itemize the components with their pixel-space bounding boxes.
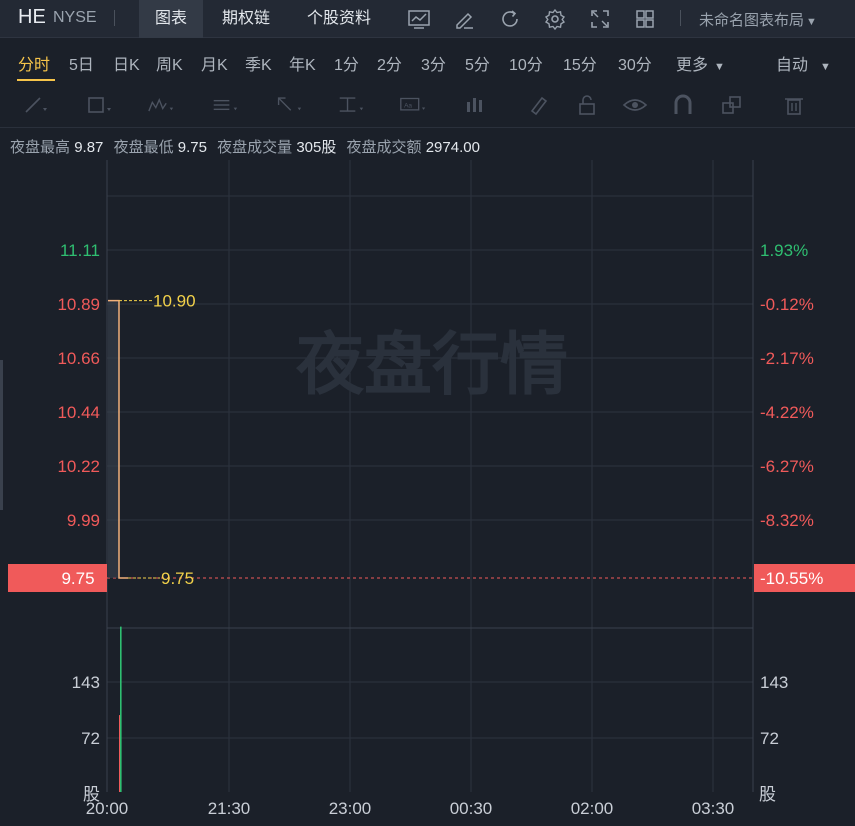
- volume-unit-label: 股: [759, 785, 776, 804]
- trash-icon[interactable]: [781, 92, 807, 118]
- symbol-label[interactable]: HE: [18, 6, 46, 29]
- drawing-toolbar: Aa: [0, 84, 855, 128]
- volume-tick-label: 72: [760, 729, 779, 748]
- time-tick-label: 23:00: [329, 799, 372, 818]
- volume-tick-label: 143: [72, 673, 100, 692]
- grid-layout-icon[interactable]: [632, 6, 658, 32]
- divider: [114, 10, 115, 26]
- text-level-icon[interactable]: [338, 92, 364, 118]
- price-area-fill: [108, 300, 119, 578]
- caret-down-icon: ▼: [806, 16, 817, 28]
- percent-tick-label: -0.12%: [760, 295, 814, 314]
- layout-selector[interactable]: 未命名图表布局 ▼: [699, 9, 817, 30]
- stat-volume-label: 夜盘成交量: [217, 139, 293, 156]
- pattern-icon[interactable]: [148, 92, 174, 118]
- period-5m[interactable]: 5分: [465, 51, 490, 75]
- draw-icon[interactable]: [451, 6, 477, 32]
- price-chart[interactable]: 夜盘行情 11.11 10.89 10.66 10.44 10.22 9.99 1.93% -0…: [0, 160, 855, 826]
- period-1m[interactable]: 1分: [334, 51, 359, 75]
- percent-tick-label: -6.27%: [760, 457, 814, 476]
- layout-label: 未命名图表布局: [699, 12, 805, 29]
- top-bar: HE NYSE 图表 期权链 个股资料 未命名图表布局 ▼: [0, 0, 855, 38]
- current-percent-label: -10.55%: [760, 569, 823, 588]
- percent-tick-label: -2.17%: [760, 349, 814, 368]
- volume-tick-label: 72: [81, 729, 100, 748]
- active-period-indicator: [17, 79, 55, 81]
- time-tick-label: 02:00: [571, 799, 614, 818]
- stat-volume-value: 305股: [296, 139, 337, 156]
- time-tick-label: 20:00: [86, 799, 129, 818]
- stat-turnover-value: 2974.00: [425, 139, 480, 156]
- period-intraday[interactable]: 分时: [18, 51, 50, 75]
- arrow-icon[interactable]: [276, 92, 302, 118]
- price-tick-label: 10.66: [57, 349, 100, 368]
- period-yearly[interactable]: 年K: [289, 51, 316, 75]
- period-monthly[interactable]: 月K: [201, 51, 228, 75]
- indicator-icon[interactable]: [406, 6, 432, 32]
- volume-tick-label: 143: [760, 673, 788, 692]
- period-more[interactable]: 更多 ▼: [676, 51, 725, 75]
- low-annotation-label: 9.75: [161, 569, 194, 588]
- eye-icon[interactable]: [622, 92, 648, 118]
- scale-mode-label: 自动: [776, 57, 809, 74]
- text-note-icon[interactable]: Aa: [400, 92, 426, 118]
- settings-icon[interactable]: [542, 6, 568, 32]
- svg-text:Aa: Aa: [404, 102, 412, 109]
- period-10m[interactable]: 10分: [509, 51, 543, 75]
- stat-low-value: 9.75: [177, 139, 207, 156]
- exchange-label: NYSE: [53, 9, 97, 26]
- caret-down-icon: ▼: [714, 61, 725, 73]
- stat-high-value: 9.87: [74, 139, 104, 156]
- time-tick-label: 00:30: [450, 799, 493, 818]
- period-weekly[interactable]: 周K: [156, 51, 183, 75]
- period-quarterly[interactable]: 季K: [245, 51, 272, 75]
- trendline-icon[interactable]: [22, 92, 48, 118]
- price-tick-label: 10.22: [57, 457, 100, 476]
- current-price-label: 9.75: [61, 569, 94, 588]
- period-5d[interactable]: 5日: [69, 51, 94, 75]
- stat-low-label: 夜盘最低: [113, 139, 174, 156]
- brush-icon[interactable]: [526, 92, 552, 118]
- high-annotation-label: 10.90: [153, 292, 196, 311]
- magnet-icon[interactable]: [670, 92, 696, 118]
- tab-options-chain[interactable]: 期权链: [205, 0, 287, 38]
- lock-icon[interactable]: [574, 92, 600, 118]
- more-label: 更多: [676, 57, 709, 74]
- left-scroll-handle: [0, 360, 3, 510]
- fib-icon[interactable]: [212, 92, 238, 118]
- caret-down-icon: ▼: [820, 61, 831, 73]
- tab-stock-profile[interactable]: 个股资料: [289, 0, 389, 38]
- time-tick-label: 21:30: [208, 799, 251, 818]
- price-tick-label: 10.44: [57, 403, 100, 422]
- percent-tick-label: 1.93%: [760, 241, 808, 260]
- divider: [680, 10, 681, 26]
- volume-bar: [120, 626, 122, 792]
- rectangle-icon[interactable]: [86, 92, 112, 118]
- percent-tick-label: -4.22%: [760, 403, 814, 422]
- period-30m[interactable]: 30分: [618, 51, 652, 75]
- watermark: 夜盘行情: [295, 327, 568, 403]
- period-daily[interactable]: 日K: [113, 51, 140, 75]
- price-tick-label: 11.11: [60, 241, 100, 260]
- tab-chart[interactable]: 图表: [139, 0, 203, 38]
- refresh-icon[interactable]: [497, 6, 523, 32]
- period-3m[interactable]: 3分: [421, 51, 446, 75]
- price-tick-label: 9.99: [67, 511, 100, 530]
- period-15m[interactable]: 15分: [563, 51, 597, 75]
- layers-icon[interactable]: [719, 92, 745, 118]
- bar-pattern-icon[interactable]: [462, 92, 488, 118]
- time-tick-label: 03:30: [692, 799, 735, 818]
- fullscreen-icon[interactable]: [587, 6, 613, 32]
- period-bar: 分时 5日 日K 周K 月K 季K 年K 1分 2分 3分 5分 10分 15分…: [0, 39, 855, 83]
- stat-turnover-label: 夜盘成交额: [346, 139, 422, 156]
- session-stats: 夜盘最高 9.87 夜盘最低 9.75 夜盘成交量 305股 夜盘成交额 297…: [10, 136, 486, 157]
- scale-mode-dropdown[interactable]: 自动 ▼: [776, 51, 831, 75]
- price-tick-label: 10.89: [57, 295, 100, 314]
- stat-high-label: 夜盘最高: [10, 139, 71, 156]
- percent-tick-label: -8.32%: [760, 511, 814, 530]
- period-2m[interactable]: 2分: [377, 51, 402, 75]
